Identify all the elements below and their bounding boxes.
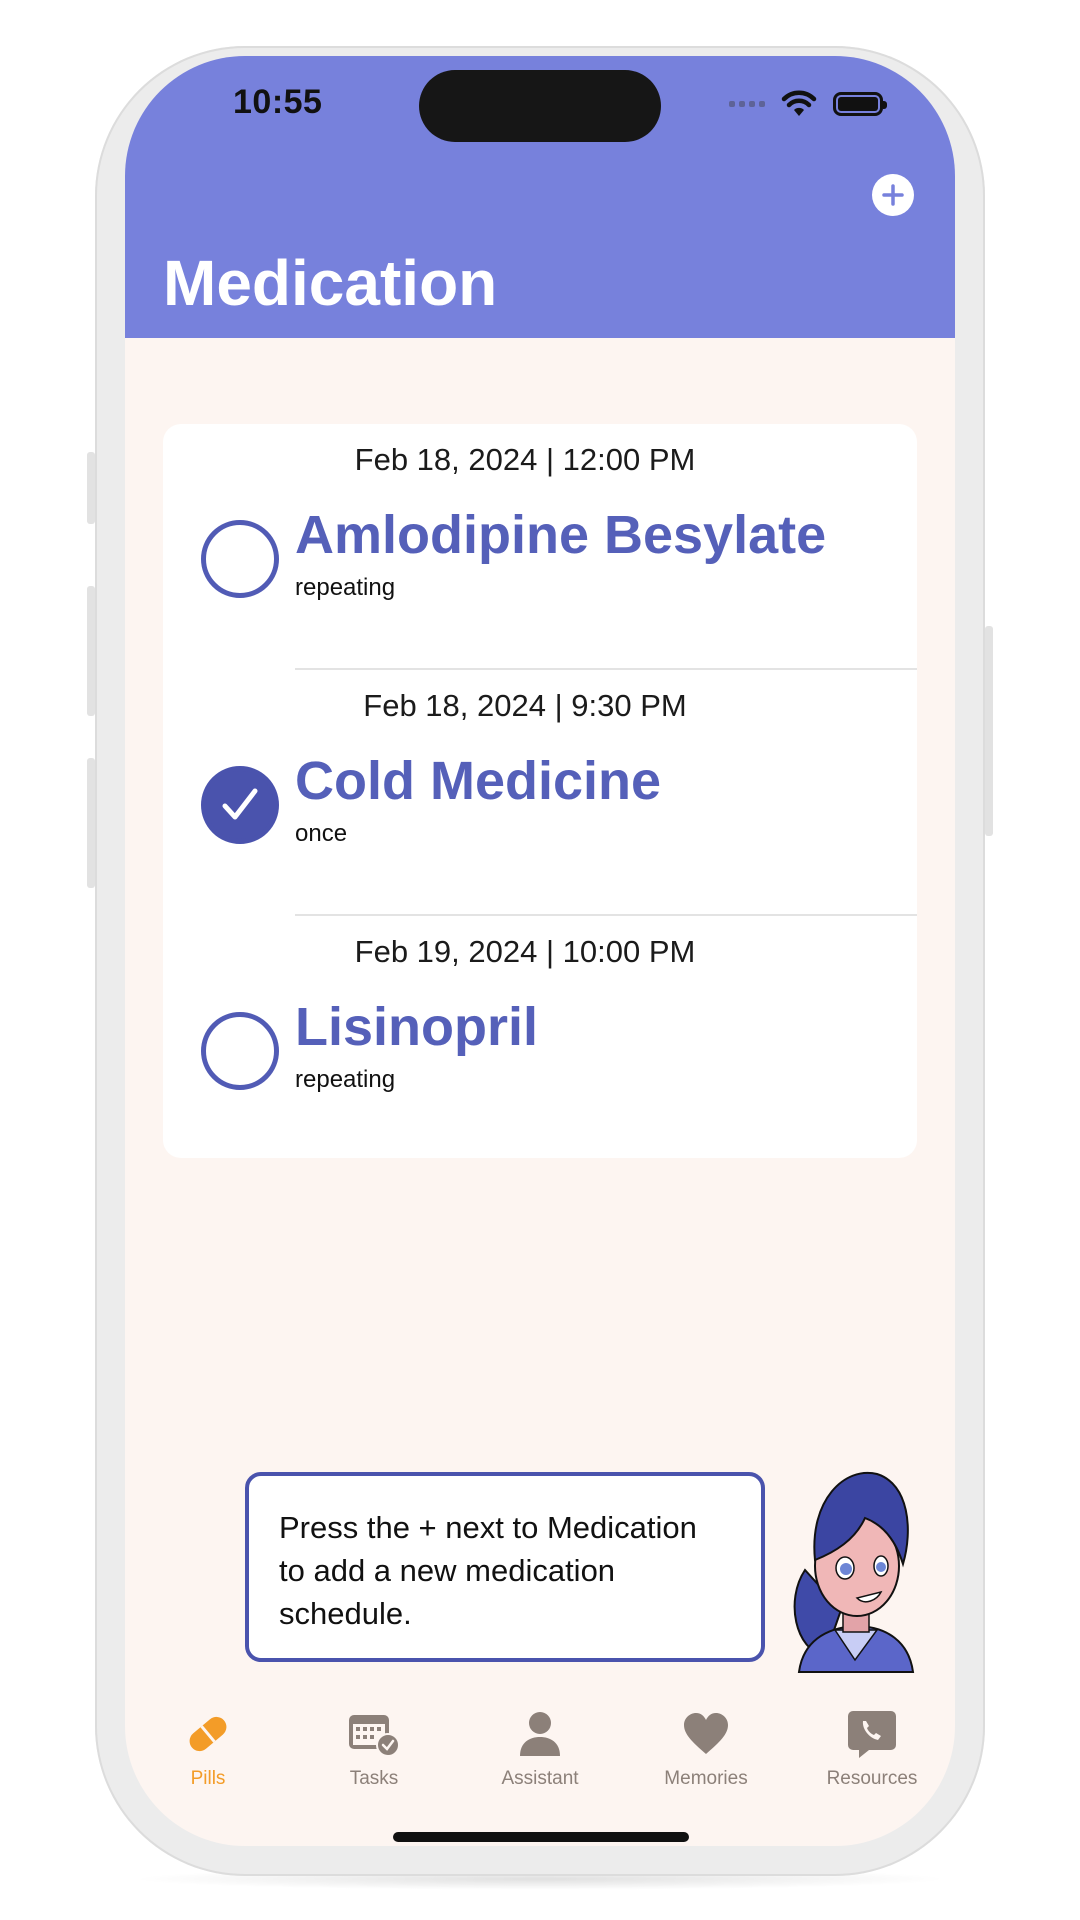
tab-label: Assistant bbox=[501, 1768, 579, 1789]
calendar-check-icon bbox=[349, 1715, 400, 1757]
medication-check-toggle[interactable] bbox=[201, 1012, 279, 1090]
heart-icon bbox=[684, 1713, 728, 1754]
volume-up-button bbox=[87, 586, 95, 716]
status-time: 10:55 bbox=[233, 83, 323, 121]
dynamic-island bbox=[419, 70, 661, 142]
pill-icon bbox=[189, 1716, 227, 1752]
app-header: 10:55 Medication bbox=[125, 56, 955, 338]
medication-frequency: repeating bbox=[295, 574, 396, 601]
home-indicator bbox=[393, 1832, 689, 1842]
cellular-signal-icon bbox=[729, 101, 765, 107]
medication-check-toggle[interactable] bbox=[201, 766, 279, 844]
tab-bar: Pills Tasks Assistant Memories Resources bbox=[125, 1706, 955, 1816]
medication-check-toggle[interactable] bbox=[201, 520, 279, 598]
medication-name: Amlodipine Besylate bbox=[295, 505, 827, 565]
person-icon bbox=[520, 1712, 560, 1756]
assistant-avatar bbox=[793, 1471, 915, 1673]
battery-icon bbox=[833, 92, 887, 116]
medication-frequency: repeating bbox=[295, 1066, 396, 1093]
tab-tasks[interactable]: Tasks bbox=[291, 1706, 457, 1816]
add-medication-button[interactable] bbox=[872, 174, 914, 216]
tab-label: Resources bbox=[826, 1768, 918, 1789]
tab-label: Pills bbox=[190, 1768, 226, 1789]
assistant-speech-bubble: Press the + next to Medication to add a … bbox=[245, 1472, 765, 1662]
medication-item[interactable]: Feb 19, 2024 | 10:00 PM Lisinopril repea… bbox=[163, 916, 917, 1161]
medication-list: Feb 18, 2024 | 12:00 PM Amlodipine Besyl… bbox=[163, 424, 917, 1158]
tab-label: Memories bbox=[664, 1768, 748, 1789]
page-title: Medication bbox=[163, 247, 498, 319]
medication-datetime: Feb 19, 2024 | 10:00 PM bbox=[354, 934, 696, 969]
medication-frequency: once bbox=[295, 820, 348, 847]
tab-resources[interactable]: Resources bbox=[789, 1706, 955, 1816]
phone-bubble-icon bbox=[848, 1711, 896, 1758]
power-button bbox=[985, 626, 993, 836]
tab-memories[interactable]: Memories bbox=[623, 1706, 789, 1816]
medication-name: Lisinopril bbox=[295, 997, 538, 1057]
plus-icon bbox=[882, 184, 904, 206]
checkmark-icon bbox=[222, 788, 258, 820]
wifi-icon bbox=[781, 90, 817, 116]
side-button bbox=[87, 452, 95, 524]
tab-label: Tasks bbox=[349, 1768, 399, 1789]
medication-name: Cold Medicine bbox=[295, 751, 662, 811]
tab-pills[interactable]: Pills bbox=[125, 1706, 291, 1816]
medication-item[interactable]: Feb 18, 2024 | 12:00 PM Amlodipine Besyl… bbox=[163, 424, 917, 670]
volume-down-button bbox=[87, 758, 95, 888]
tab-assistant[interactable]: Assistant bbox=[457, 1706, 623, 1816]
medication-datetime: Feb 18, 2024 | 12:00 PM bbox=[354, 442, 696, 477]
app-screen: 10:55 Medication Feb 18, 2024 | 12:00 PM… bbox=[125, 56, 955, 1846]
status-icons bbox=[729, 90, 887, 118]
medication-item[interactable]: Feb 18, 2024 | 9:30 PM Cold Medicine onc… bbox=[163, 670, 917, 916]
medication-datetime: Feb 18, 2024 | 9:30 PM bbox=[363, 688, 687, 723]
